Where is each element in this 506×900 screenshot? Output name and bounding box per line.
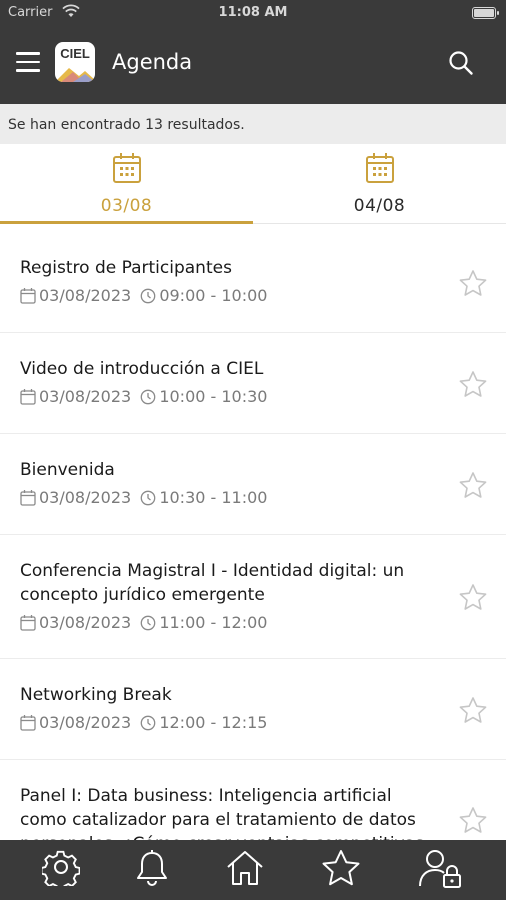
calendar-small-icon	[20, 288, 36, 304]
favorite-star-icon[interactable]	[458, 269, 488, 302]
session-time: 12:00 - 12:15	[159, 713, 268, 732]
session-title: Networking Break	[20, 685, 172, 705]
clock-icon	[140, 288, 156, 304]
session-title: Panel I: Data business: Inteligencia art…	[20, 786, 424, 840]
search-icon[interactable]	[448, 50, 474, 76]
calendar-small-icon	[20, 715, 36, 731]
calendar-icon	[113, 153, 141, 183]
session-date: 03/08/2023	[39, 488, 132, 507]
session-item[interactable]: Conferencia Magistral I - Identidad digi…	[0, 535, 506, 659]
bottom-tab-bar	[0, 840, 506, 900]
clock-icon	[140, 389, 156, 405]
logo-mountains-icon	[55, 68, 95, 82]
calendar-small-icon	[20, 615, 36, 631]
session-item[interactable]: Registro de Participantes 03/08/2023 09:0…	[0, 232, 506, 333]
favorite-star-icon[interactable]	[458, 696, 488, 729]
session-date: 03/08/2023	[39, 387, 132, 406]
home-icon[interactable]	[225, 848, 265, 888]
session-item[interactable]: Bienvenida 03/08/2023 10:30 - 11:00	[0, 434, 506, 535]
session-list: Registro de Participantes 03/08/2023 09:0…	[0, 232, 506, 840]
ciel-logo: CIEL	[55, 42, 95, 82]
session-date: 03/08/2023	[39, 613, 132, 632]
settings-gear-icon[interactable]	[42, 848, 80, 886]
session-date: 03/08/2023	[39, 713, 132, 732]
session-item[interactable]: Video de introducción a CIEL 03/08/2023 1…	[0, 333, 506, 434]
clock-icon	[140, 615, 156, 631]
session-time: 11:00 - 12:00	[159, 613, 268, 632]
user-lock-icon[interactable]	[418, 848, 464, 890]
session-date: 03/08/2023	[39, 286, 132, 305]
session-time: 10:00 - 10:30	[159, 387, 268, 406]
session-meta: 03/08/2023 11:00 - 12:00	[20, 613, 267, 633]
favorite-star-icon[interactable]	[458, 806, 488, 839]
calendar-icon	[366, 153, 394, 183]
session-meta: 03/08/2023 09:00 - 10:00	[20, 286, 267, 306]
status-bar: Carrier 11:08 AM	[0, 0, 506, 26]
session-meta: 03/08/2023 10:00 - 10:30	[20, 387, 267, 407]
results-count: Se han encontrado 13 resultados.	[0, 104, 506, 144]
tab-date-1[interactable]: 04/08	[253, 144, 506, 224]
session-meta: 03/08/2023 10:30 - 11:00	[20, 488, 267, 508]
session-item[interactable]: Networking Break 03/08/2023 12:00 - 12:15	[0, 659, 506, 760]
tab-date-0[interactable]: 03/08	[0, 144, 253, 224]
session-title: Video de introducción a CIEL	[20, 359, 264, 379]
calendar-small-icon	[20, 490, 36, 506]
session-title: Registro de Participantes	[20, 258, 232, 278]
page-title: Agenda	[112, 50, 193, 74]
clock-icon	[140, 490, 156, 506]
battery-icon	[472, 7, 499, 19]
app-header: CIEL Agenda	[0, 26, 506, 104]
favorite-star-icon[interactable]	[458, 471, 488, 504]
notifications-bell-icon[interactable]	[133, 848, 171, 888]
hamburger-menu-icon[interactable]	[16, 52, 40, 74]
date-tabs: 03/08 04/08	[0, 144, 506, 224]
favorite-star-icon[interactable]	[458, 583, 488, 616]
active-tab-indicator	[0, 221, 253, 224]
session-title: Conferencia Magistral I - Identidad digi…	[20, 561, 405, 605]
tab-date-label: 04/08	[353, 196, 406, 216]
logo-text: CIEL	[60, 46, 90, 61]
tab-date-label: 03/08	[100, 196, 153, 216]
session-title: Bienvenida	[20, 460, 115, 480]
session-time: 10:30 - 11:00	[159, 488, 268, 507]
session-meta: 03/08/2023 12:00 - 12:15	[20, 713, 267, 733]
session-time: 09:00 - 10:00	[159, 286, 268, 305]
clock-icon	[140, 715, 156, 731]
favorite-star-icon[interactable]	[458, 370, 488, 403]
favorites-star-icon[interactable]	[320, 848, 362, 888]
calendar-small-icon	[20, 389, 36, 405]
session-item[interactable]: Panel I: Data business: Inteligencia art…	[0, 760, 506, 840]
status-time: 11:08 AM	[218, 5, 288, 20]
